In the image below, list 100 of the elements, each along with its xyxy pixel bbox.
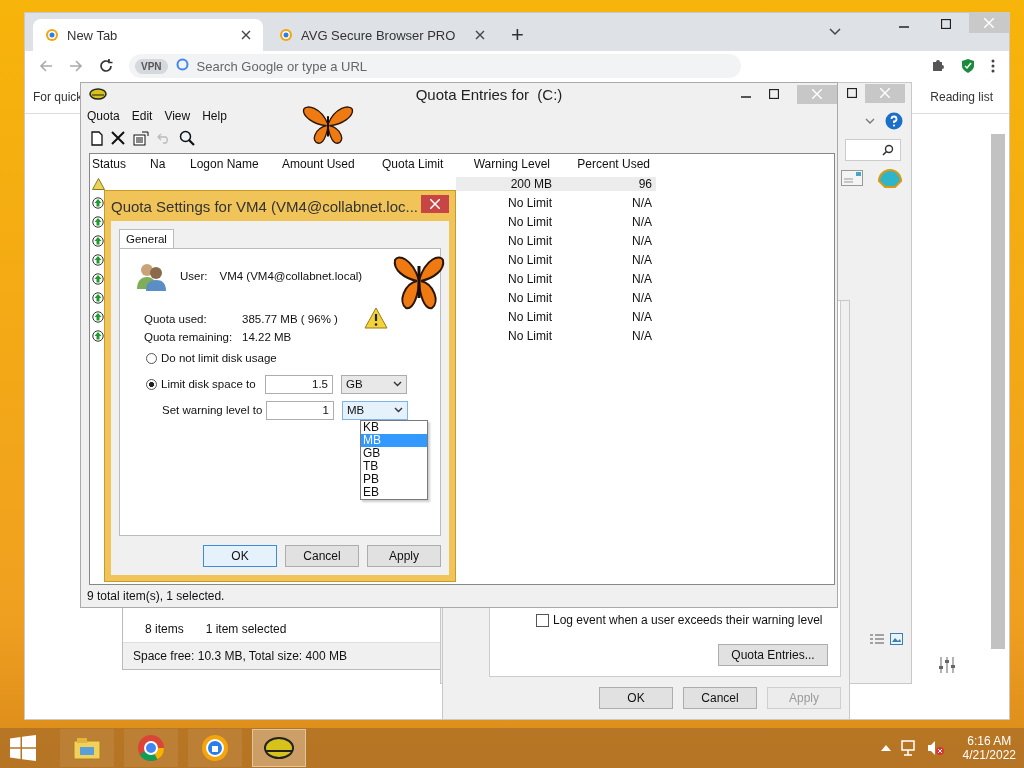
radio-button[interactable] [146,352,157,364]
table-cell-text: No Limit [507,214,553,229]
quota-used-value: 385.77 MB ( 96% ) [242,313,338,325]
delete-icon[interactable] [111,131,125,145]
puzzle-icon[interactable] [931,59,945,73]
radio-label: Do not limit disk usage [161,352,277,364]
table-cell: 200 MB [456,176,556,191]
scrollbar[interactable] [991,134,1005,649]
envelope-icon[interactable] [841,170,863,186]
chevron-down-icon[interactable] [829,28,841,36]
column-header[interactable]: Amount Used [278,157,378,171]
table-cell-text: No Limit [507,195,553,210]
table-cell-text: N/A [631,328,653,343]
quota-row[interactable]: 200 MB 96 [90,174,834,193]
table-cell-text: N/A [631,214,653,229]
dropdown-option[interactable]: KB [361,421,427,434]
status-bar-text: 9 total item(s), 1 selected. [87,589,225,603]
table-cell-text: No Limit [507,328,553,343]
close-icon[interactable] [475,30,485,40]
unit-dropdown[interactable]: GB [341,374,407,394]
dropdown-option[interactable]: GB [361,447,427,460]
browser-logo-icon [279,28,293,42]
close-icon[interactable] [241,30,251,40]
chrome-taskbar-button[interactable] [124,729,178,767]
table-cell-text: N/A [631,290,653,305]
chevron-down-icon[interactable] [393,381,402,387]
radio-button[interactable] [146,378,157,390]
new-tab-button[interactable]: + [511,22,524,48]
dialog-button[interactable]: OK [599,687,673,709]
column-header[interactable]: Warning Level [454,157,554,171]
help-icon[interactable] [885,112,903,130]
menu-item[interactable]: View [164,109,191,125]
unit-dropdown[interactable]: MB [342,400,408,420]
disk-app-icon[interactable] [263,736,295,760]
selection-count: 1 item selected [205,622,287,636]
quota-entries-button[interactable]: Quota Entries... [718,644,828,666]
dialog-tab[interactable]: General [119,229,174,248]
warning-icon [363,307,388,329]
dropdown-option[interactable]: PB [361,473,427,486]
reload-icon[interactable] [99,59,113,73]
shield-icon[interactable] [961,58,975,74]
dialog-title: Quota Settings for VM4 (VM4@collabnet.loc... [111,197,420,215]
quota-remaining-label: Quota remaining: [144,331,234,343]
address-bar[interactable]: VPN Search Google or type a URL [129,54,741,78]
user-name: VM4 (VM4@collabnet.local) [219,270,363,282]
butterfly-drawing [300,104,356,146]
muted-speaker-icon[interactable] [926,740,945,756]
search-field[interactable] [845,139,901,161]
column-header[interactable]: Na [146,157,186,171]
table-cell-text: N/A [631,309,653,324]
checkbox[interactable] [536,613,549,627]
item-count: 8 items [145,622,184,636]
column-header[interactable]: Status [90,157,146,171]
quota-used-label: Quota used: [144,313,208,325]
dialog-button[interactable]: OK [203,545,277,567]
dialog-button[interactable]: Cancel [683,687,757,709]
warning-level-field[interactable]: 1 [266,400,334,420]
browser-tab[interactable]: New Tab [33,19,263,51]
checkbox-label: Log event when a user exceeds their warning level [553,613,823,627]
menu-item[interactable]: Edit [131,109,153,125]
vpn-badge[interactable]: VPN [135,58,168,74]
large-icons-view-icon[interactable] [890,633,903,645]
table-cell: 96 [556,176,656,191]
browser-logo-icon[interactable] [137,734,165,762]
clock-time: 6:16 AM [967,734,1012,748]
sliders-icon[interactable] [938,657,956,673]
windows-logo-icon[interactable] [10,735,36,761]
column-header[interactable]: Quota Limit [378,157,454,171]
dialog-button[interactable]: Cancel [285,545,359,567]
limit-field[interactable]: 1.5 [265,374,333,394]
table-cell-text: N/A [631,195,653,210]
dropdown-option[interactable]: EB [361,486,427,499]
more-icon[interactable] [991,59,995,73]
users-icon [136,261,168,291]
close-button[interactable] [421,195,449,213]
warning-level-label: Set warning level to [162,404,264,416]
dialog-button[interactable]: Apply [367,545,441,567]
table-cell-text: N/A [631,271,653,286]
chevron-down-icon[interactable] [394,407,403,413]
properties-icon[interactable] [133,130,149,146]
maximize-icon[interactable] [769,89,779,99]
browser-taskbar-button[interactable] [188,729,242,767]
menu-item[interactable]: Help [202,109,227,125]
disk-app-icon [89,88,107,100]
dropdown-option[interactable]: TB [361,460,427,473]
column-header[interactable]: Percent Used [554,157,654,171]
quota-app-taskbar-button[interactable] [252,729,306,767]
table-cell-text: No Limit [507,271,553,286]
table-cell-text: No Limit [507,309,553,324]
new-document-icon[interactable] [91,130,103,146]
browser-tab[interactable]: AVG Secure Browser PRO [267,19,497,51]
column-header[interactable]: Logon Name [186,157,278,171]
chevron-up-icon[interactable] [880,745,891,751]
quota-remaining-value: 14.22 MB [242,331,292,343]
menu-item[interactable]: Quota [87,109,120,125]
reading-list-link[interactable]: Reading list [930,90,993,104]
table-cell-text: N/A [631,252,653,267]
maximize-icon[interactable] [941,19,951,29]
network-icon[interactable] [900,740,917,756]
maximize-icon[interactable] [847,88,857,98]
